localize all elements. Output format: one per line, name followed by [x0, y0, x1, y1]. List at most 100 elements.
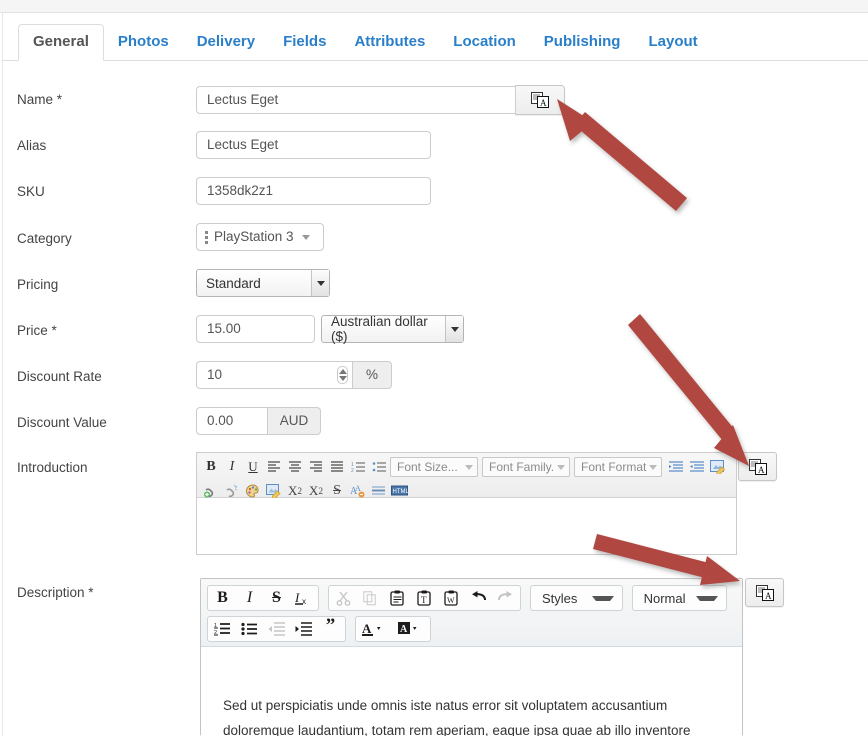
unlink-icon[interactable]	[222, 481, 242, 501]
svg-text:x: x	[302, 597, 306, 606]
paste-as-text-button[interactable]: T	[411, 586, 438, 610]
discount-rate-stepper[interactable]	[337, 366, 348, 384]
price-currency-value: Australian dollar ($)	[331, 314, 428, 344]
svg-text:A: A	[765, 591, 772, 601]
align-center-icon[interactable]	[285, 457, 305, 477]
text-color-button[interactable]: A	[357, 617, 393, 641]
font-family-select[interactable]: Font Family.	[482, 457, 570, 477]
redo-button[interactable]	[492, 586, 519, 610]
name-input[interactable]: Lectus Eget	[196, 86, 517, 114]
format-combo-label: Normal	[643, 590, 686, 606]
bold-button[interactable]: B	[209, 586, 236, 610]
superscript-icon[interactable]: X2	[306, 481, 326, 501]
remove-format-icon[interactable]: AA	[348, 481, 368, 501]
introduction-editor: B I U 12 Font Size... Font Family. Font …	[196, 452, 737, 555]
select-arrow-icon	[445, 316, 463, 342]
cut-button[interactable]	[330, 586, 357, 610]
font-size-select[interactable]: Font Size...	[390, 457, 478, 477]
html-source-icon[interactable]: HTML	[390, 481, 410, 501]
tab-attributes[interactable]: Attributes	[340, 25, 439, 60]
pricing-select-value: Standard	[206, 275, 261, 291]
introduction-editor-body[interactable]	[197, 499, 736, 554]
tab-general[interactable]: General	[18, 24, 104, 61]
discount-rate-unit: %	[353, 361, 392, 389]
description-copy-translate-button[interactable]: A	[745, 578, 784, 607]
ck-toolbar-row-2: 12 ” A A	[207, 616, 736, 642]
numbered-list-button[interactable]: 12	[209, 617, 236, 641]
indent-button[interactable]	[290, 617, 317, 641]
align-left-icon[interactable]	[264, 457, 284, 477]
svg-text:W: W	[447, 596, 455, 605]
font-format-select[interactable]: Font Format	[574, 457, 662, 477]
format-combo[interactable]: Normal	[631, 585, 727, 611]
svg-text:A: A	[355, 484, 361, 493]
undo-button[interactable]	[465, 586, 492, 610]
strikethrough-icon[interactable]: S	[327, 481, 347, 501]
copy-button[interactable]	[357, 586, 384, 610]
ck-clipboard-group: T W	[328, 585, 521, 611]
align-right-icon[interactable]	[306, 457, 326, 477]
price-input[interactable]: 15.00	[196, 315, 315, 343]
category-label: Category	[17, 231, 72, 246]
indent-decrease-icon[interactable]	[687, 457, 707, 477]
italic-button[interactable]: I	[236, 586, 263, 610]
introduction-toolbar-row-1: B I U 12 Font Size... Font Family. Font …	[201, 456, 732, 478]
svg-text:T: T	[421, 595, 427, 605]
underline-icon[interactable]: U	[243, 457, 263, 477]
remove-format-button[interactable]: Ix	[290, 586, 317, 610]
discount-rate-input[interactable]: 10	[196, 361, 353, 389]
chevron-down-icon	[649, 464, 657, 470]
introduction-label: Introduction	[17, 460, 88, 475]
italic-icon[interactable]: I	[222, 457, 242, 477]
image-edit-icon[interactable]	[264, 481, 284, 501]
name-label: Name *	[17, 92, 63, 107]
numbered-list-icon[interactable]: 12	[348, 457, 368, 477]
bulleted-list-button[interactable]	[236, 617, 263, 641]
copy-translate-icon: A	[748, 458, 767, 475]
price-currency-select[interactable]: Australian dollar ($)	[321, 314, 464, 344]
description-label: Description *	[17, 585, 94, 600]
indent-increase-icon[interactable]	[666, 457, 686, 477]
stepper-down-icon[interactable]	[338, 376, 347, 381]
font-format-select-label: Font Format	[581, 460, 647, 474]
bulleted-list-icon[interactable]	[369, 457, 389, 477]
category-select[interactable]: PlayStation 3	[196, 223, 324, 251]
paste-from-word-button[interactable]: W	[438, 586, 465, 610]
svg-text:HTML: HTML	[393, 489, 410, 495]
discount-value-input[interactable]: 0.00	[196, 407, 268, 435]
alias-input[interactable]: Lectus Eget	[196, 131, 431, 159]
ck-color-group: A A	[355, 616, 431, 642]
tab-layout[interactable]: Layout	[634, 25, 711, 60]
svg-text:I: I	[295, 590, 300, 605]
tab-publishing[interactable]: Publishing	[530, 25, 635, 60]
insert-link-icon[interactable]	[201, 481, 221, 501]
description-editor-content[interactable]: Sed ut perspiciatis unde omnis iste natu…	[201, 679, 742, 736]
top-chrome-strip	[0, 0, 868, 13]
tab-photos[interactable]: Photos	[104, 25, 183, 60]
introduction-copy-translate-button[interactable]: A	[738, 452, 777, 481]
outdent-button[interactable]	[263, 617, 290, 641]
name-copy-translate-button[interactable]: A	[515, 85, 565, 115]
ck-basic-styles-group: B I S Ix	[207, 585, 319, 611]
stepper-up-icon[interactable]	[338, 369, 347, 374]
edit-image-icon[interactable]	[708, 457, 728, 477]
drag-handle-icon	[205, 230, 208, 244]
background-color-button[interactable]: A	[393, 617, 429, 641]
align-justify-icon[interactable]	[327, 457, 347, 477]
bold-icon[interactable]: B	[201, 457, 221, 477]
category-select-value: PlayStation 3	[214, 229, 294, 244]
blockquote-button[interactable]: ”	[317, 613, 344, 645]
introduction-editor-toolbar: B I U 12 Font Size... Font Family. Font …	[197, 453, 736, 498]
pricing-select[interactable]: Standard	[196, 269, 330, 297]
tab-location[interactable]: Location	[439, 25, 530, 60]
text-color-palette-icon[interactable]	[243, 481, 263, 501]
copy-translate-icon: A	[531, 92, 549, 108]
tab-delivery[interactable]: Delivery	[183, 25, 269, 60]
horizontal-rule-icon[interactable]	[369, 481, 389, 501]
tab-fields[interactable]: Fields	[269, 25, 340, 60]
paste-button[interactable]	[384, 586, 411, 610]
sku-input[interactable]: 1358dk2z1	[196, 177, 431, 205]
strikethrough-button[interactable]: S	[263, 586, 290, 610]
styles-combo[interactable]: Styles	[530, 585, 623, 611]
subscript-icon[interactable]: X2	[285, 481, 305, 501]
